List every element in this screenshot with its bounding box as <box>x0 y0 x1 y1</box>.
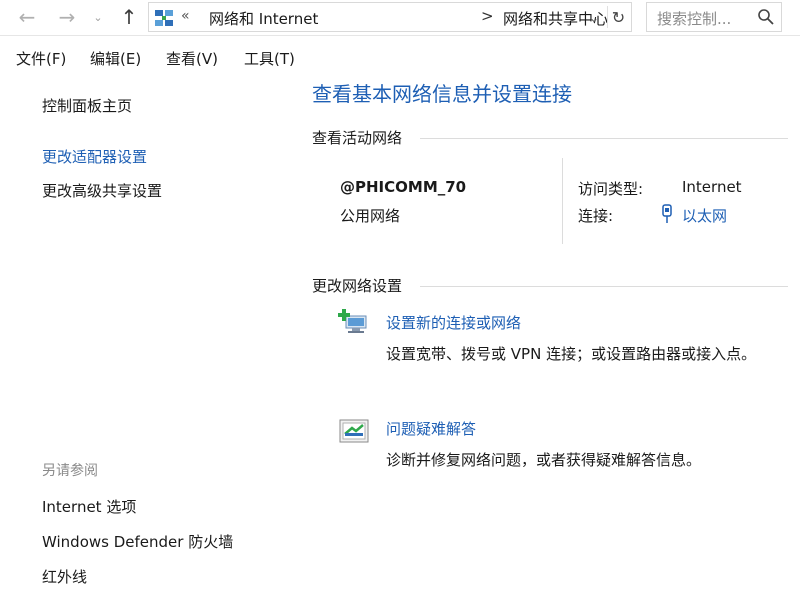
troubleshoot-icon <box>339 419 369 443</box>
access-type-value: Internet <box>682 178 742 196</box>
sidebar-item-advanced-sharing[interactable]: 更改高级共享设置 <box>42 180 162 201</box>
access-type-label: 访问类型: <box>578 180 644 198</box>
ethernet-icon <box>662 204 672 223</box>
section-divider <box>420 286 788 287</box>
back-arrow-icon[interactable]: ← <box>14 4 40 30</box>
network-center-icon <box>155 10 173 26</box>
troubleshoot-problems-link[interactable]: 问题疑难解答 <box>386 418 476 439</box>
ethernet-connection-link[interactable]: 以太网 <box>682 205 727 226</box>
address-bar[interactable]: « 网络和 Internet > 网络和共享中心 ⌄ ↻ <box>148 2 632 32</box>
breadcrumb-network-internet[interactable]: 网络和 Internet <box>209 8 318 29</box>
setup-new-connection-description: 设置宽带、拨号或 VPN 连接；或设置路由器或接入点。 <box>386 345 757 363</box>
search-box[interactable]: 搜索控制... <box>646 2 782 32</box>
menu-edit[interactable]: 编辑(E) <box>90 48 141 69</box>
breadcrumb-separator-icon[interactable]: > <box>481 7 494 25</box>
setup-new-connection-link[interactable]: 设置新的连接或网络 <box>386 312 521 333</box>
navigation-bar: ← → ⌄ ↑ « 网络和 Internet > 网络和共享中心 ⌄ ↻ 搜索控… <box>0 0 800 36</box>
menu-tools[interactable]: 工具(T) <box>244 48 295 69</box>
see-also-infrared[interactable]: 红外线 <box>42 566 87 587</box>
see-also-windows-defender-firewall[interactable]: Windows Defender 防火墙 <box>42 531 233 552</box>
section-divider <box>420 138 788 139</box>
up-arrow-icon[interactable]: ↑ <box>116 4 142 30</box>
search-placeholder[interactable]: 搜索控制... <box>657 8 731 29</box>
sidebar-item-control-panel-home[interactable]: 控制面板主页 <box>42 95 132 116</box>
network-name: @PHICOMM_70 <box>340 178 467 196</box>
menu-file[interactable]: 文件(F) <box>16 48 66 69</box>
menu-bar: 文件(F) 编辑(E) 查看(V) 工具(T) <box>0 44 800 72</box>
menu-view[interactable]: 查看(V) <box>166 48 218 69</box>
change-network-settings-heading: 更改网络设置 <box>312 277 403 295</box>
forward-arrow-icon[interactable]: → <box>54 4 80 30</box>
refresh-icon[interactable]: ↻ <box>607 6 629 28</box>
address-overflow-chevron[interactable]: « <box>181 8 190 24</box>
active-networks-heading: 查看活动网络 <box>312 129 403 147</box>
network-category-link[interactable]: 公用网络 <box>340 205 400 226</box>
vertical-divider <box>562 158 563 244</box>
sidebar-item-change-adapter-settings[interactable]: 更改适配器设置 <box>42 146 147 167</box>
address-dropdown-icon[interactable]: ⌄ <box>583 7 605 29</box>
see-also-internet-options[interactable]: Internet 选项 <box>42 496 136 517</box>
page-title: 查看基本网络信息并设置连接 <box>312 82 572 106</box>
search-icon[interactable] <box>757 8 775 26</box>
see-also-heading: 另请参阅 <box>42 463 98 479</box>
new-connection-icon <box>338 309 367 333</box>
connection-label: 连接: <box>578 207 614 225</box>
troubleshoot-description: 诊断并修复网络问题，或者获得疑难解答信息。 <box>386 451 702 469</box>
recent-locations-chevron-icon[interactable]: ⌄ <box>90 4 106 30</box>
